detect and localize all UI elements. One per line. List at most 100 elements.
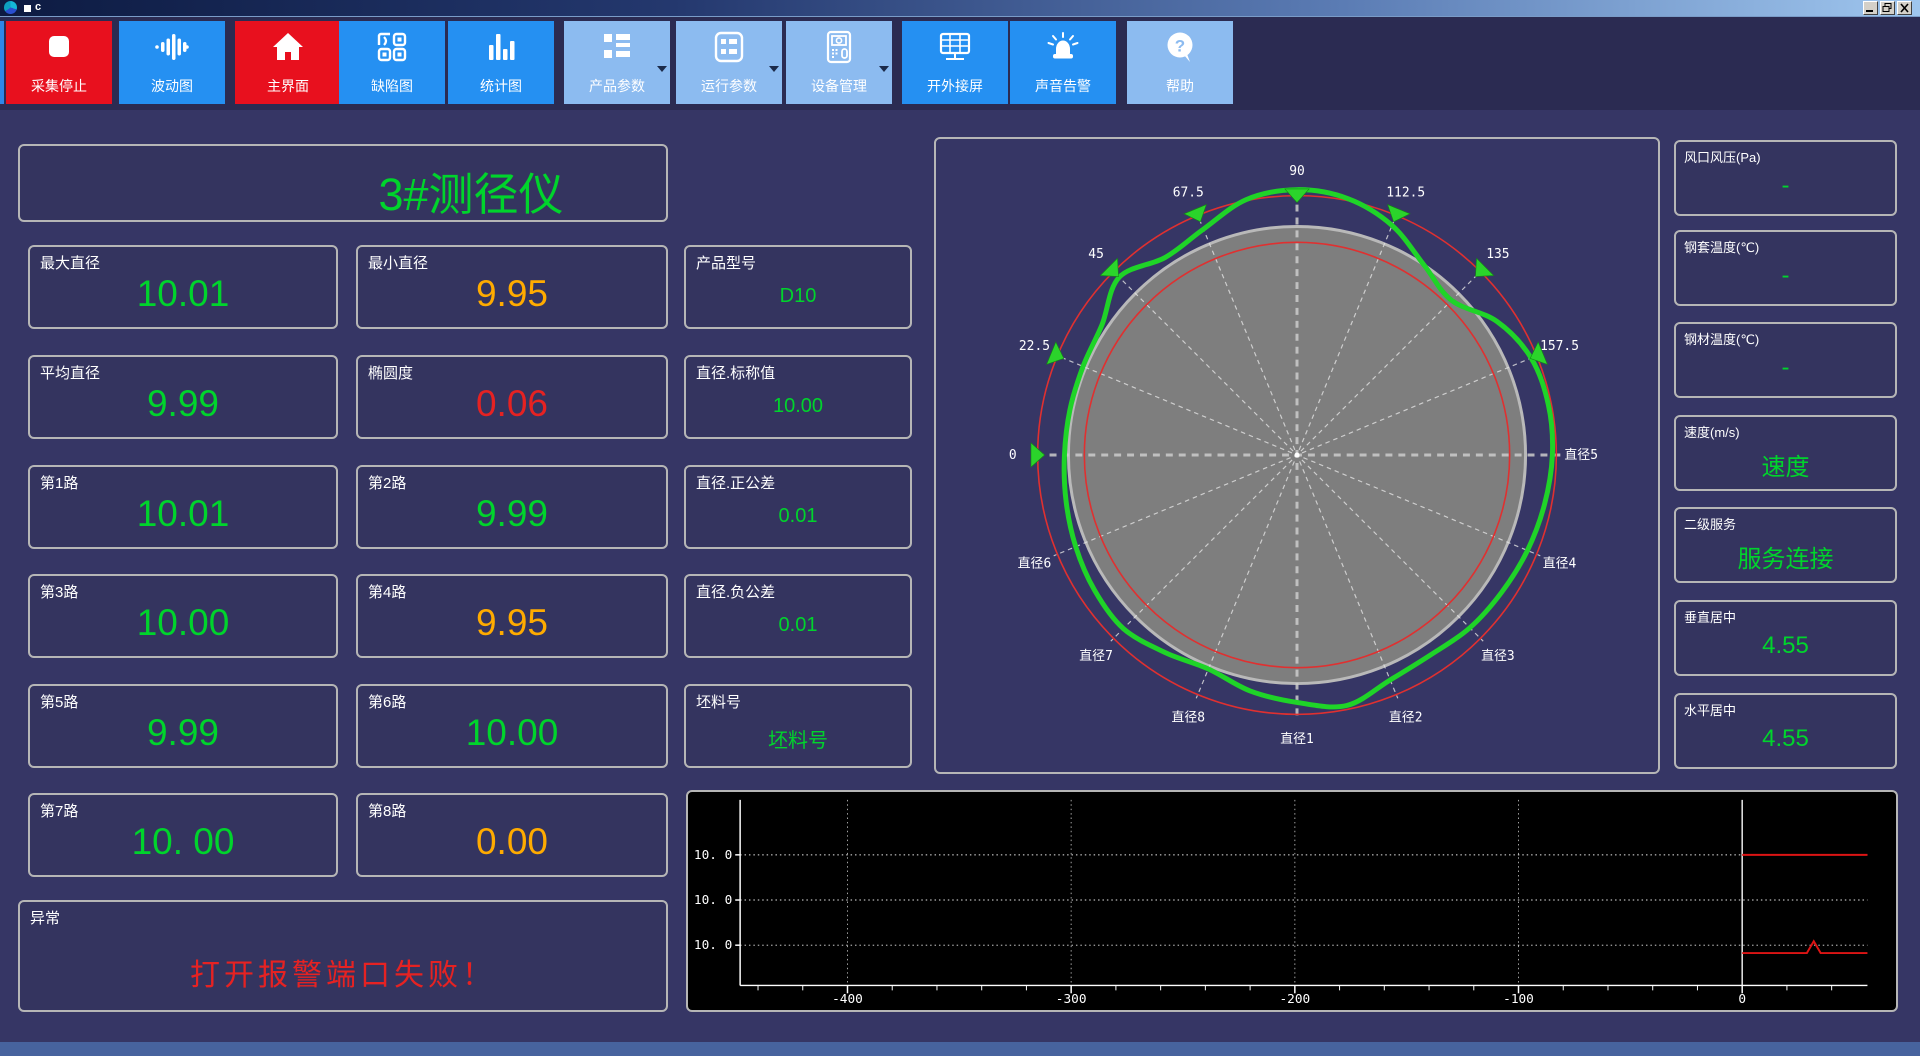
polar-axis-label: 直径5	[1564, 448, 1598, 463]
status-label: 二级服务	[1684, 517, 1737, 532]
app-logo-icon	[4, 1, 17, 14]
metric-value: 9.99	[475, 493, 548, 534]
toolbar-button-main-screen[interactable]: 主界面	[235, 21, 341, 104]
param-value: 10.00	[772, 395, 824, 417]
param-label: 直径.正公差	[696, 475, 776, 492]
metric-box-path4: 第4路 9.95	[356, 574, 668, 658]
polar-axis-label: 67.5	[1173, 185, 1204, 200]
metric-value: 0.06	[475, 383, 548, 424]
dropdown-arrow-icon	[657, 66, 667, 72]
waveform-icon	[155, 34, 189, 60]
toolbar-button-help[interactable]: ? 帮助	[1127, 21, 1233, 104]
metric-value: 10. 00	[131, 821, 235, 862]
polar-axis-label: 0	[1009, 448, 1017, 463]
title-bar: c	[0, 0, 1920, 17]
metric-label: 第5路	[40, 694, 79, 711]
polar-axis-label: 直径3	[1481, 649, 1515, 664]
metric-value: 0.00	[475, 821, 548, 862]
x-tick-label: -400	[832, 992, 863, 1007]
external-screen-icon	[939, 32, 971, 60]
toolbar-button-statistics-chart[interactable]: 统计图	[448, 21, 554, 104]
metric-box-path6: 第6路 10.00	[356, 684, 668, 768]
polar-axis-label: 22.5	[1019, 339, 1050, 354]
param-box-lower-tolerance: 直径.负公差 0.01	[684, 574, 912, 658]
defect-map-icon	[377, 32, 407, 62]
metric-value: 10.01	[136, 273, 230, 314]
toolbar-button-label: 采集停止	[31, 78, 87, 94]
metric-label: 第4路	[368, 584, 407, 601]
lower-diameter-series	[1742, 939, 1868, 955]
polar-axis-label: 直径4	[1543, 557, 1577, 572]
param-label: 产品型号	[696, 255, 757, 272]
status-bar	[0, 1042, 1920, 1056]
status-value: 4.55	[1762, 632, 1809, 659]
status-box-horizontal-center: 水平居中 4.55	[1674, 693, 1897, 769]
device-title-box: 3#测径仪	[18, 144, 668, 222]
param-box-nominal-diameter: 直径.标称值 10.00	[684, 355, 912, 439]
metric-box-path7: 第7路 10. 00	[28, 793, 338, 877]
metric-value: 9.95	[475, 273, 548, 314]
roundness-polar-chart: 0 22.5 45 67.5 90 112.5 135 157.5 直径5 直径4 直径3 直径2 直径…	[1009, 164, 1598, 747]
metric-box-avg-diameter: 平均直径 9.99	[28, 355, 338, 439]
status-label: 钢套温度(℃)	[1684, 240, 1760, 255]
dropdown-arrow-icon	[879, 66, 889, 72]
window-title-icon	[24, 5, 31, 12]
x-tick-label: 0	[1738, 992, 1746, 1007]
toolbar-button-label: 设备管理	[811, 78, 867, 94]
run-params-icon	[714, 31, 744, 63]
status-value: -	[1781, 262, 1790, 289]
metric-label: 第8路	[368, 803, 407, 820]
home-icon	[273, 33, 303, 60]
restore-button[interactable]	[1880, 1, 1895, 15]
metric-box-path8: 第8路 0.00	[356, 793, 668, 877]
exception-message: 打开报警端口失败！	[190, 959, 496, 992]
trend-panel: 10. 0 10. 0 10. 0 -400 -300 -200 -100 0	[686, 790, 1898, 1012]
metric-label: 平均直径	[40, 365, 101, 382]
polar-center-dot	[1294, 452, 1300, 458]
status-box-steel-temperature: 钢材温度(℃) -	[1674, 322, 1897, 398]
toolbar-edge-strip	[0, 21, 4, 104]
metric-box-max-diameter: 最大直径 10.01	[28, 245, 338, 329]
close-button[interactable]	[1897, 1, 1912, 15]
x-tick-label: -300	[1056, 992, 1087, 1007]
metric-value: 10.00	[136, 602, 230, 643]
minimize-icon	[1866, 10, 1873, 12]
toolbar-button-wave-chart[interactable]: 波动图	[119, 21, 225, 104]
svg-text:?: ?	[1175, 37, 1185, 56]
status-value: 4.55	[1762, 725, 1809, 752]
param-label: 直径.负公差	[696, 584, 776, 601]
toolbar-button-stop-acquisition[interactable]: 采集停止	[6, 21, 112, 104]
toolbar-button-product-params[interactable]: 产品参数	[564, 21, 670, 104]
exception-box: 异常 打开报警端口失败！	[18, 900, 668, 1012]
status-label: 垂直居中	[1684, 610, 1737, 625]
toolbar-button-device-manage[interactable]: 设备管理	[786, 21, 892, 104]
exception-label: 异常	[30, 910, 61, 927]
param-label: 坯料号	[696, 694, 742, 711]
status-box-air-pressure: 风口风压(Pa) -	[1674, 140, 1897, 216]
polar-axis-label: 157.5	[1540, 339, 1579, 354]
device-manage-icon	[826, 30, 852, 64]
metric-label: 第2路	[368, 475, 407, 492]
polar-axis-label: 直径1	[1280, 732, 1314, 747]
metric-value: 10.00	[465, 712, 559, 753]
param-label: 直径.标称值	[696, 365, 776, 382]
polar-panel: 0 22.5 45 67.5 90 112.5 135 157.5 直径5 直径4 直径3 直径2 直径…	[934, 137, 1660, 774]
metric-value: 9.99	[146, 383, 219, 424]
metric-box-path5: 第5路 9.99	[28, 684, 338, 768]
param-value: 坯料号	[768, 730, 828, 752]
stop-icon	[49, 36, 69, 57]
metric-label: 最大直径	[40, 255, 101, 272]
toolbar-button-label: 主界面	[267, 78, 309, 94]
status-label: 风口风压(Pa)	[1684, 150, 1761, 165]
toolbar-button-sound-alarm[interactable]: 声音告警	[1010, 21, 1116, 104]
toolbar-button-run-params[interactable]: 运行参数	[676, 21, 782, 104]
close-icon	[1900, 3, 1909, 13]
toolbar-button-label: 波动图	[151, 78, 193, 94]
bar-chart-icon	[489, 34, 515, 60]
metric-box-path1: 第1路 10.01	[28, 465, 338, 549]
trend-chart: 10. 0 10. 0 10. 0 -400 -300 -200 -100 0	[694, 799, 1868, 1007]
status-box-secondary-service: 二级服务 服务连接	[1674, 507, 1897, 583]
toolbar-button-external-screen[interactable]: 开外接屏	[902, 21, 1008, 104]
minimize-button[interactable]	[1863, 1, 1878, 15]
toolbar-button-defect-chart[interactable]: 缺陷图	[339, 21, 445, 104]
